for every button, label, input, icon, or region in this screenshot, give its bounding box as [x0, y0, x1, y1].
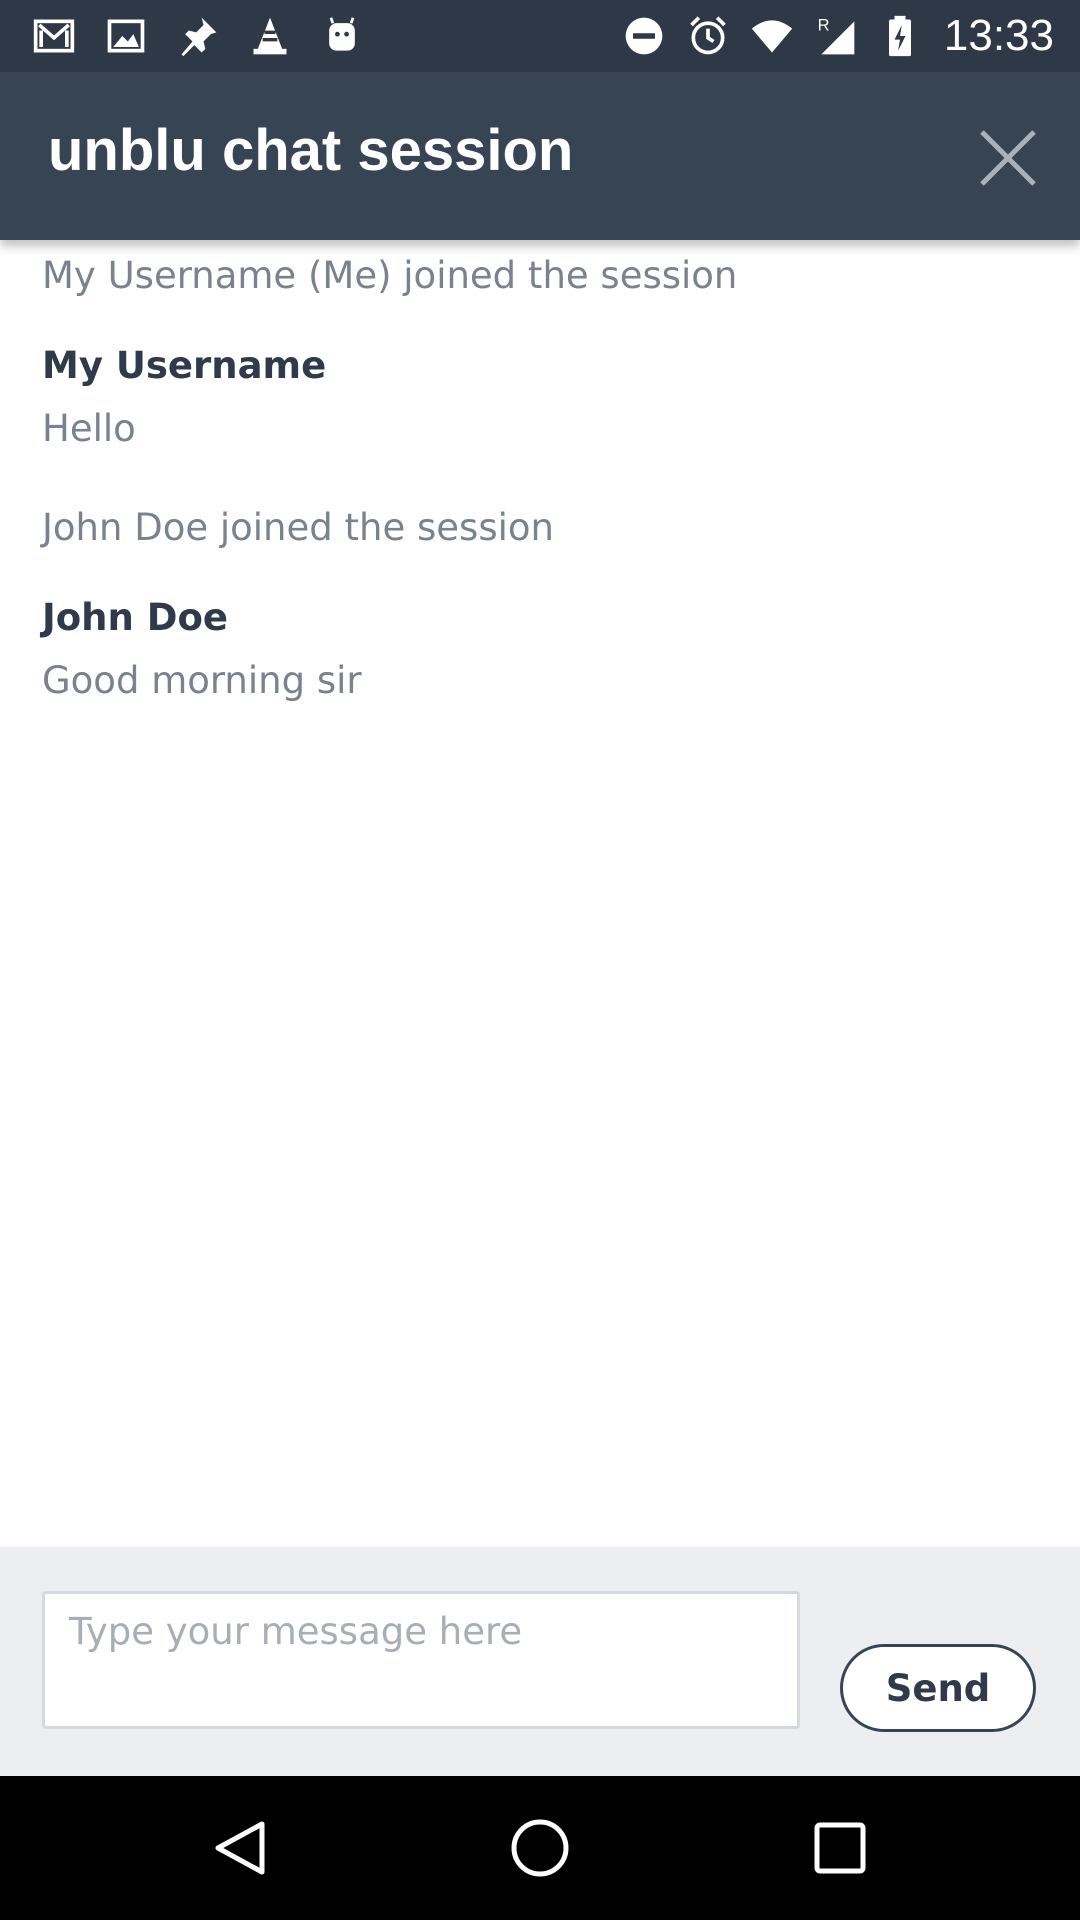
recents-icon: [814, 1822, 866, 1874]
system-message: My Username (Me) joined the session: [42, 254, 738, 297]
status-bar-notifications: [30, 0, 390, 72]
system-message: John Doe joined the session: [42, 506, 554, 549]
clock: 13:33: [943, 11, 1054, 60]
home-icon: [511, 1819, 569, 1877]
status-bar: R 13:33: [0, 0, 1080, 72]
message-input[interactable]: [42, 1591, 800, 1729]
message-author: John Doe: [42, 596, 228, 639]
navigation-bar: [0, 1776, 1080, 1920]
message-text: Hello: [42, 407, 136, 450]
gallery-icon: [102, 12, 150, 60]
home-button[interactable]: [504, 1812, 576, 1884]
alarm-icon: [684, 12, 732, 60]
close-icon: [980, 130, 1036, 186]
back-icon: [215, 1821, 265, 1875]
recents-button[interactable]: [804, 1812, 876, 1884]
back-button[interactable]: [204, 1812, 276, 1884]
status-bar-system: R 13:33: [620, 0, 1054, 72]
battery-charging-icon: [876, 12, 924, 60]
pin-icon: [174, 12, 222, 60]
message-author: My Username: [42, 344, 327, 387]
message-composer: Send: [0, 1547, 1080, 1776]
chat-screen: R 13:33 unblu chat session My Username (…: [0, 0, 1080, 1920]
svg-text:R: R: [818, 17, 830, 35]
wifi-icon: [748, 12, 796, 60]
message-text: Good morning sir: [42, 659, 362, 702]
message-list[interactable]: My Username (Me) joined the session My U…: [0, 240, 1080, 1547]
do-not-disturb-icon: [620, 12, 668, 60]
gmail-icon: [30, 12, 78, 60]
send-button[interactable]: Send: [840, 1644, 1036, 1732]
close-button[interactable]: [972, 122, 1044, 194]
app-toolbar: unblu chat session: [0, 72, 1080, 240]
signal-roaming-icon: R: [812, 12, 860, 60]
android-icon: [318, 12, 366, 60]
page-title: unblu chat session: [48, 118, 574, 183]
vlc-icon: [246, 12, 294, 60]
